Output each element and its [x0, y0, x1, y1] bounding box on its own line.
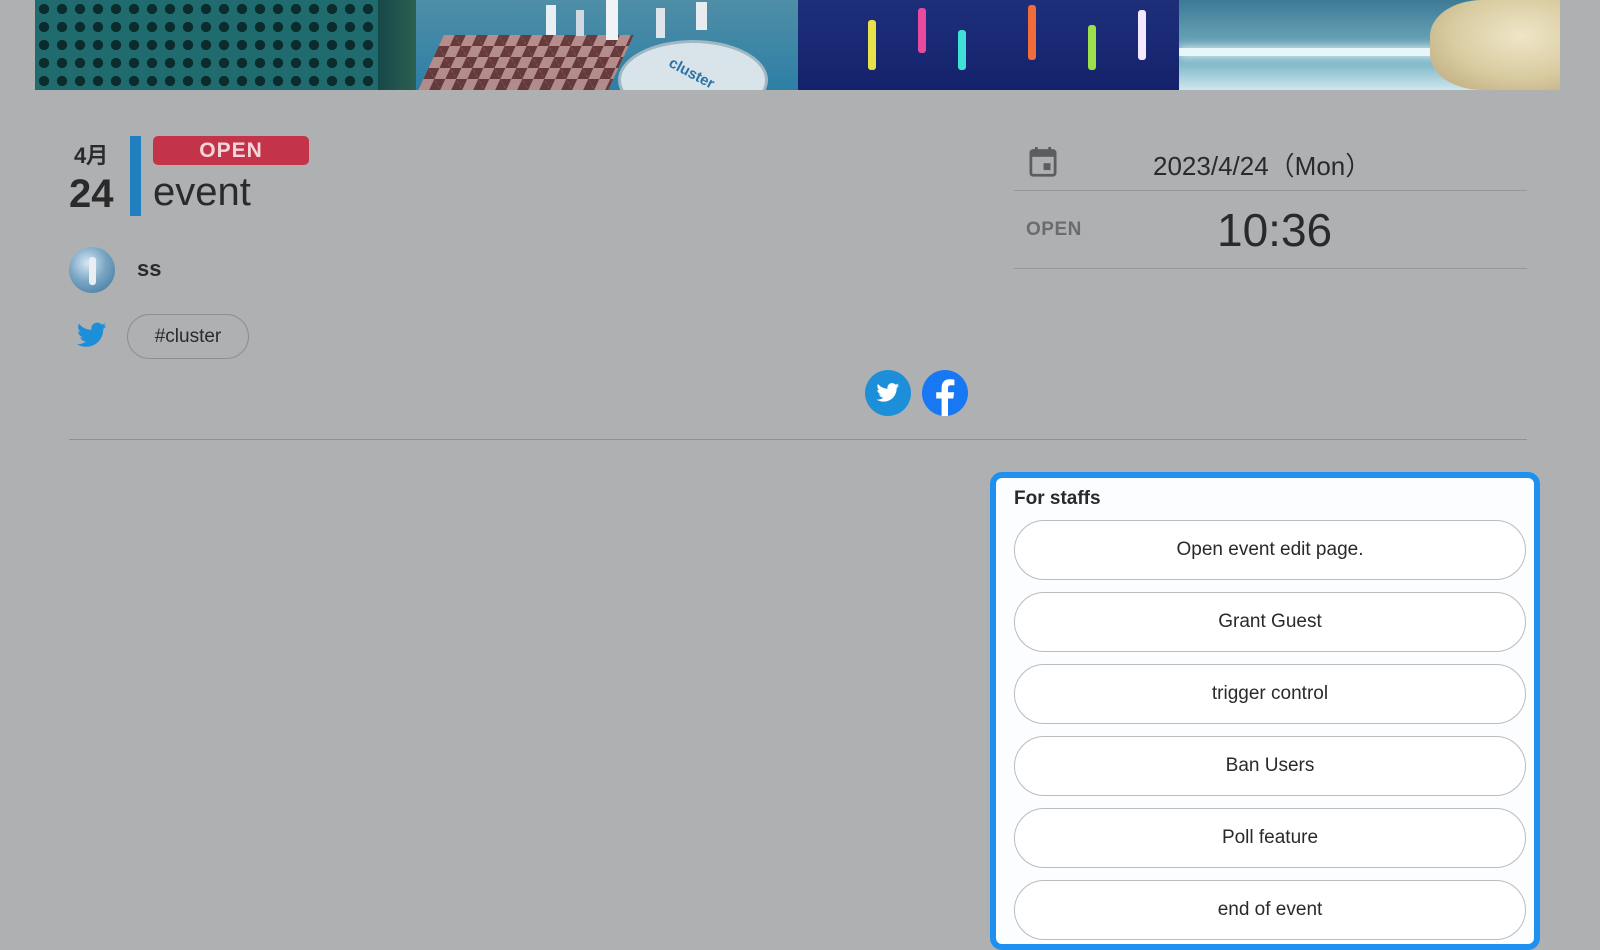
- calendar-icon: [1029, 147, 1057, 177]
- open-label: OPEN: [1026, 219, 1082, 240]
- status-badge: OPEN: [153, 136, 309, 165]
- trigger-control-button[interactable]: trigger control: [1014, 664, 1526, 724]
- schedule-divider: [1014, 190, 1527, 191]
- poll-feature-button[interactable]: Poll feature: [1014, 808, 1526, 868]
- twitter-icon: [77, 322, 107, 347]
- organizer-avatar[interactable]: [69, 247, 115, 293]
- open-event-edit-page-button[interactable]: Open event edit page.: [1014, 520, 1526, 580]
- end-of-event-button[interactable]: end of event: [1014, 880, 1526, 940]
- twitter-share-icon[interactable]: [865, 370, 911, 416]
- ban-users-button[interactable]: Ban Users: [1014, 736, 1526, 796]
- hashtag-chip[interactable]: #cluster: [127, 314, 249, 359]
- event-title: event: [153, 170, 251, 214]
- event-day: 24: [69, 172, 114, 216]
- banner-image-1: [35, 0, 417, 90]
- staff-panel: For staffs Open event edit page. Grant G…: [990, 472, 1540, 950]
- banner-image-3: [797, 0, 1179, 90]
- organizer-name[interactable]: ss: [137, 256, 161, 282]
- event-month: 4月: [74, 143, 109, 168]
- facebook-share-icon[interactable]: [922, 370, 968, 416]
- banner-image-2: cluster: [416, 0, 798, 90]
- date-accent-bar: [130, 136, 141, 216]
- event-date: 2023/4/24（Mon）: [1153, 151, 1372, 181]
- open-time: 10:36: [1217, 204, 1333, 256]
- section-divider: [69, 439, 1527, 440]
- staff-panel-title: For staffs: [1014, 488, 1101, 509]
- schedule-divider: [1014, 268, 1527, 269]
- grant-guest-button[interactable]: Grant Guest: [1014, 592, 1526, 652]
- banner-disc-logo: cluster: [665, 54, 717, 90]
- event-banner: cluster: [35, 0, 1560, 90]
- banner-image-4: [1178, 0, 1560, 90]
